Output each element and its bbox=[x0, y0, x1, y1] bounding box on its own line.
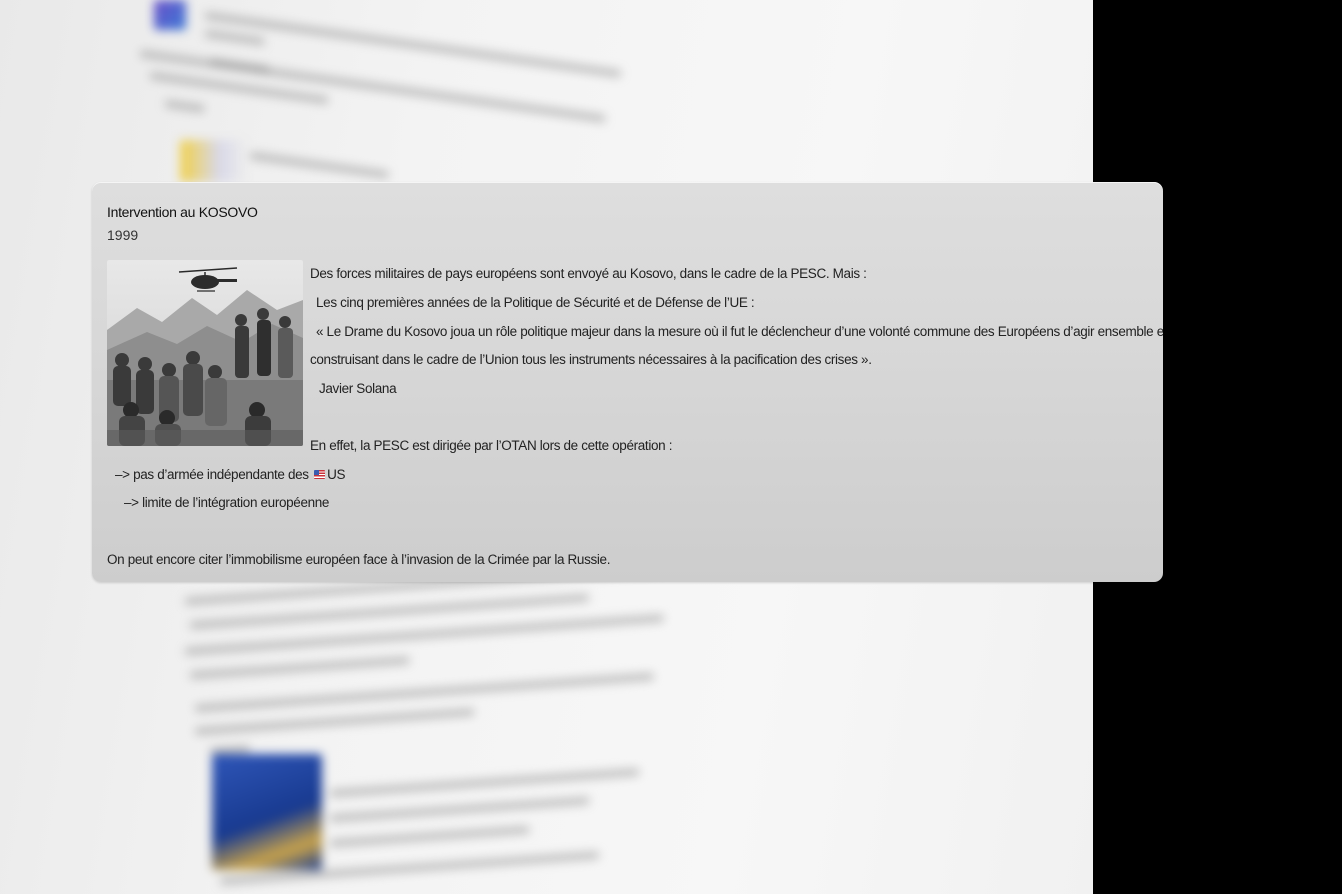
text-line-arrow-1: –> pas d’armée indépendante des US bbox=[115, 467, 346, 482]
text-line-author: Javier Solana bbox=[319, 381, 397, 396]
text-line-heading: Les cinq premières années de la Politiqu… bbox=[316, 295, 755, 310]
blurred-thumbnail bbox=[212, 754, 322, 870]
blurred-text-line bbox=[194, 708, 475, 735]
photo-illustration bbox=[107, 260, 303, 446]
us-flag-icon bbox=[314, 470, 326, 479]
text-line-quote-2: construisant dans le cadre de l’Union to… bbox=[310, 352, 872, 367]
blurred-text-line bbox=[189, 656, 410, 679]
arrow-1-text: –> pas d’armée indépendante des bbox=[115, 467, 313, 482]
card-year: 1999 bbox=[107, 227, 139, 243]
card-title: Intervention au KOSOVO bbox=[107, 204, 258, 220]
text-line-quote-1: « Le Drame du Kosovo joua un rôle politi… bbox=[316, 324, 1163, 339]
text-line-arrow-2: –> limite de l’intégration européenne bbox=[124, 495, 330, 510]
blurred-text-line bbox=[249, 152, 390, 179]
blurred-text-line bbox=[329, 826, 530, 847]
blurred-text-line bbox=[194, 672, 655, 712]
blurred-text-line bbox=[164, 100, 206, 113]
blurred-thumbnail bbox=[154, 0, 186, 30]
us-label: US bbox=[327, 467, 346, 482]
text-line-otan: En effet, la PESC est dirigée par l’OTAN… bbox=[310, 438, 673, 453]
blurred-text-line bbox=[204, 30, 265, 46]
text-line-conclusion: On peut encore citer l’immobilisme europ… bbox=[107, 552, 611, 567]
helicopter-photo[interactable] bbox=[107, 260, 303, 446]
text-line-intro: Des forces militaires de pays européens … bbox=[310, 266, 867, 281]
note-card-kosovo[interactable]: Intervention au KOSOVO 1999 Des forces m… bbox=[92, 182, 1163, 582]
blurred-text-line bbox=[329, 768, 640, 797]
blurred-text-line bbox=[329, 796, 590, 822]
blurred-thumbnail bbox=[180, 140, 245, 182]
